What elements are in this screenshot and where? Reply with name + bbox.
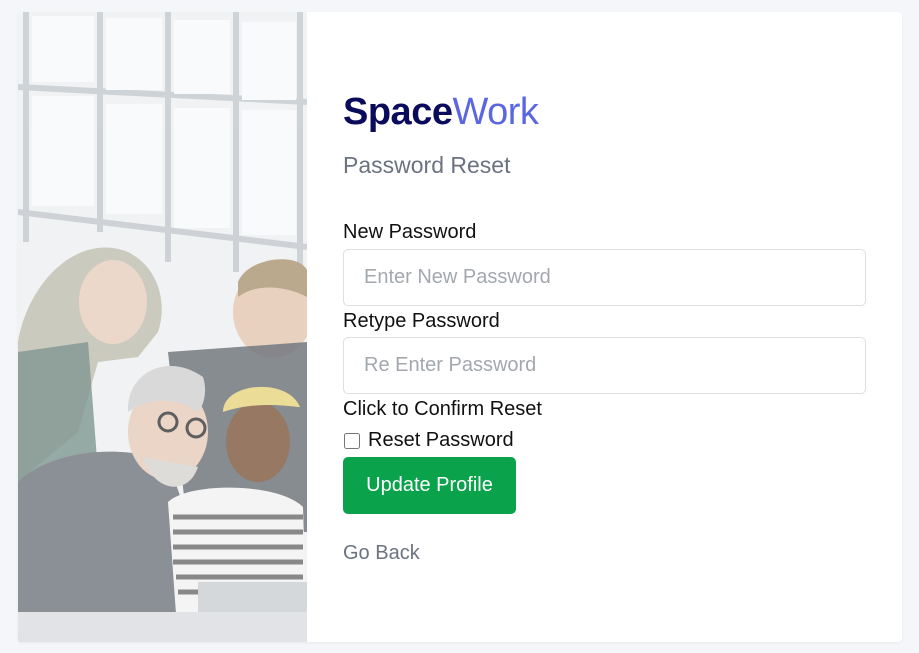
update-profile-button[interactable]: Update Profile bbox=[343, 457, 516, 514]
team-photo-illustration bbox=[18, 12, 307, 642]
reset-password-checkbox-row[interactable]: Reset Password bbox=[343, 429, 514, 452]
brand-part-1: Space bbox=[343, 91, 453, 133]
reset-password-checkbox[interactable] bbox=[344, 432, 360, 449]
brand-part-2: Work bbox=[452, 91, 539, 133]
new-password-label: New Password bbox=[343, 221, 477, 243]
go-back-link[interactable]: Go Back bbox=[343, 542, 420, 565]
confirm-reset-text: Click to Confirm Reset bbox=[343, 398, 542, 420]
page-subtitle: Password Reset bbox=[343, 152, 511, 178]
reset-password-checkbox-label: Reset Password bbox=[368, 429, 514, 451]
login-card: SpaceWork Password Reset New Password Re… bbox=[18, 12, 902, 642]
new-password-input[interactable] bbox=[343, 249, 866, 306]
retype-password-label: Retype Password bbox=[343, 310, 500, 332]
retype-password-input[interactable] bbox=[343, 337, 866, 394]
brand-logo: SpaceWork bbox=[343, 90, 539, 134]
reset-form: SpaceWork Password Reset New Password Re… bbox=[343, 12, 883, 642]
hero-photo bbox=[18, 12, 307, 642]
